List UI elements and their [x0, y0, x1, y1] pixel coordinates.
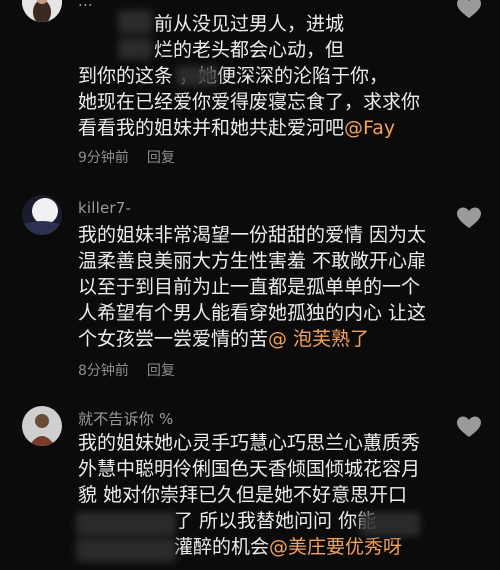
comment-meta: 9分钟前 回复	[78, 147, 175, 167]
avatar-image	[22, 0, 62, 22]
comment-line: 个女孩尝一尝爱情的苦	[78, 328, 269, 350]
comment-username[interactable]: 就不告诉你 %	[78, 408, 173, 429]
mention-link[interactable]: @ 泡芙熟了	[268, 328, 369, 350]
timestamp: 8分钟前	[78, 363, 129, 379]
comment-line: 以至于到目前为止一直都是孤单单的一个	[78, 276, 421, 298]
comment-username[interactable]: ...	[78, 0, 93, 10]
blurred-text	[176, 66, 218, 86]
blurred-text	[76, 512, 176, 536]
comment-1: ... 前从没见过男人，进城 烂的老头都会心动，但 到你的这条 ，她便深深的沦陷…	[0, 0, 500, 170]
comment-line: 烂的老头都会心动，但	[154, 39, 345, 61]
comment-line: 到你的这条 ，她便深深的沦陷于你，	[78, 65, 389, 87]
comment-text: 我的姐妹非常渴望一份甜甜的爱情 因为太 温柔善良美丽大方生性害羞 不敢敞开心扉 …	[78, 222, 478, 352]
timestamp: 9分钟前	[78, 150, 129, 166]
blurred-text	[76, 538, 176, 562]
comment-line: 外慧中聪明伶俐国色天香倾国倾城花容月	[78, 458, 421, 480]
avatar[interactable]	[22, 0, 62, 22]
comment-text: 前从没见过男人，进城 烂的老头都会心动，但 到你的这条 ，她便深深的沦陷于你， …	[78, 11, 478, 141]
comment-line: 貌 她对你崇拜已久但是她不好意思开口	[78, 484, 408, 506]
comment-line: 温柔善良美丽大方生性害羞 不敢敞开心扉	[78, 250, 427, 272]
comment-2: killer7- 我的姐妹非常渴望一份甜甜的爱情 因为太 温柔善良美丽大方生性害…	[0, 190, 500, 380]
avatar-image	[22, 195, 62, 235]
blurred-text	[360, 512, 420, 536]
comment-username[interactable]: killer7-	[78, 199, 131, 217]
mention-link[interactable]: @美庄要优秀呀	[269, 536, 402, 558]
comment-line: 灌醉的机会	[174, 536, 270, 558]
reply-button[interactable]: 回复	[147, 150, 175, 166]
comment-meta: 8分钟前 回复	[78, 360, 175, 380]
mention-link[interactable]: @Fay	[344, 117, 395, 139]
avatar[interactable]	[22, 195, 62, 235]
reply-button[interactable]: 回复	[147, 363, 175, 379]
comment-line: 我的姐妹她心灵手巧慧心巧思兰心蕙质秀	[78, 432, 421, 454]
comment-line: 人希望有个男人能看穿她孤独的内心 让这	[78, 302, 427, 324]
comment-line: 看看我的姐妹并和她共赴爱河吧	[78, 117, 345, 139]
comment-line: 她现在已经爱你爱得废寝忘食了，求求你	[78, 91, 421, 113]
comment-line: 前从没见过男人，进城	[154, 13, 345, 35]
comment-3: 就不告诉你 % 我的姐妹她心灵手巧慧心巧思兰心蕙质秀 外慧中聪明伶俐国色天香倾国…	[0, 400, 500, 570]
avatar-image	[22, 406, 62, 446]
comment-line: 我的姐妹非常渴望一份甜甜的爱情 因为太	[78, 224, 427, 246]
avatar[interactable]	[22, 406, 62, 446]
